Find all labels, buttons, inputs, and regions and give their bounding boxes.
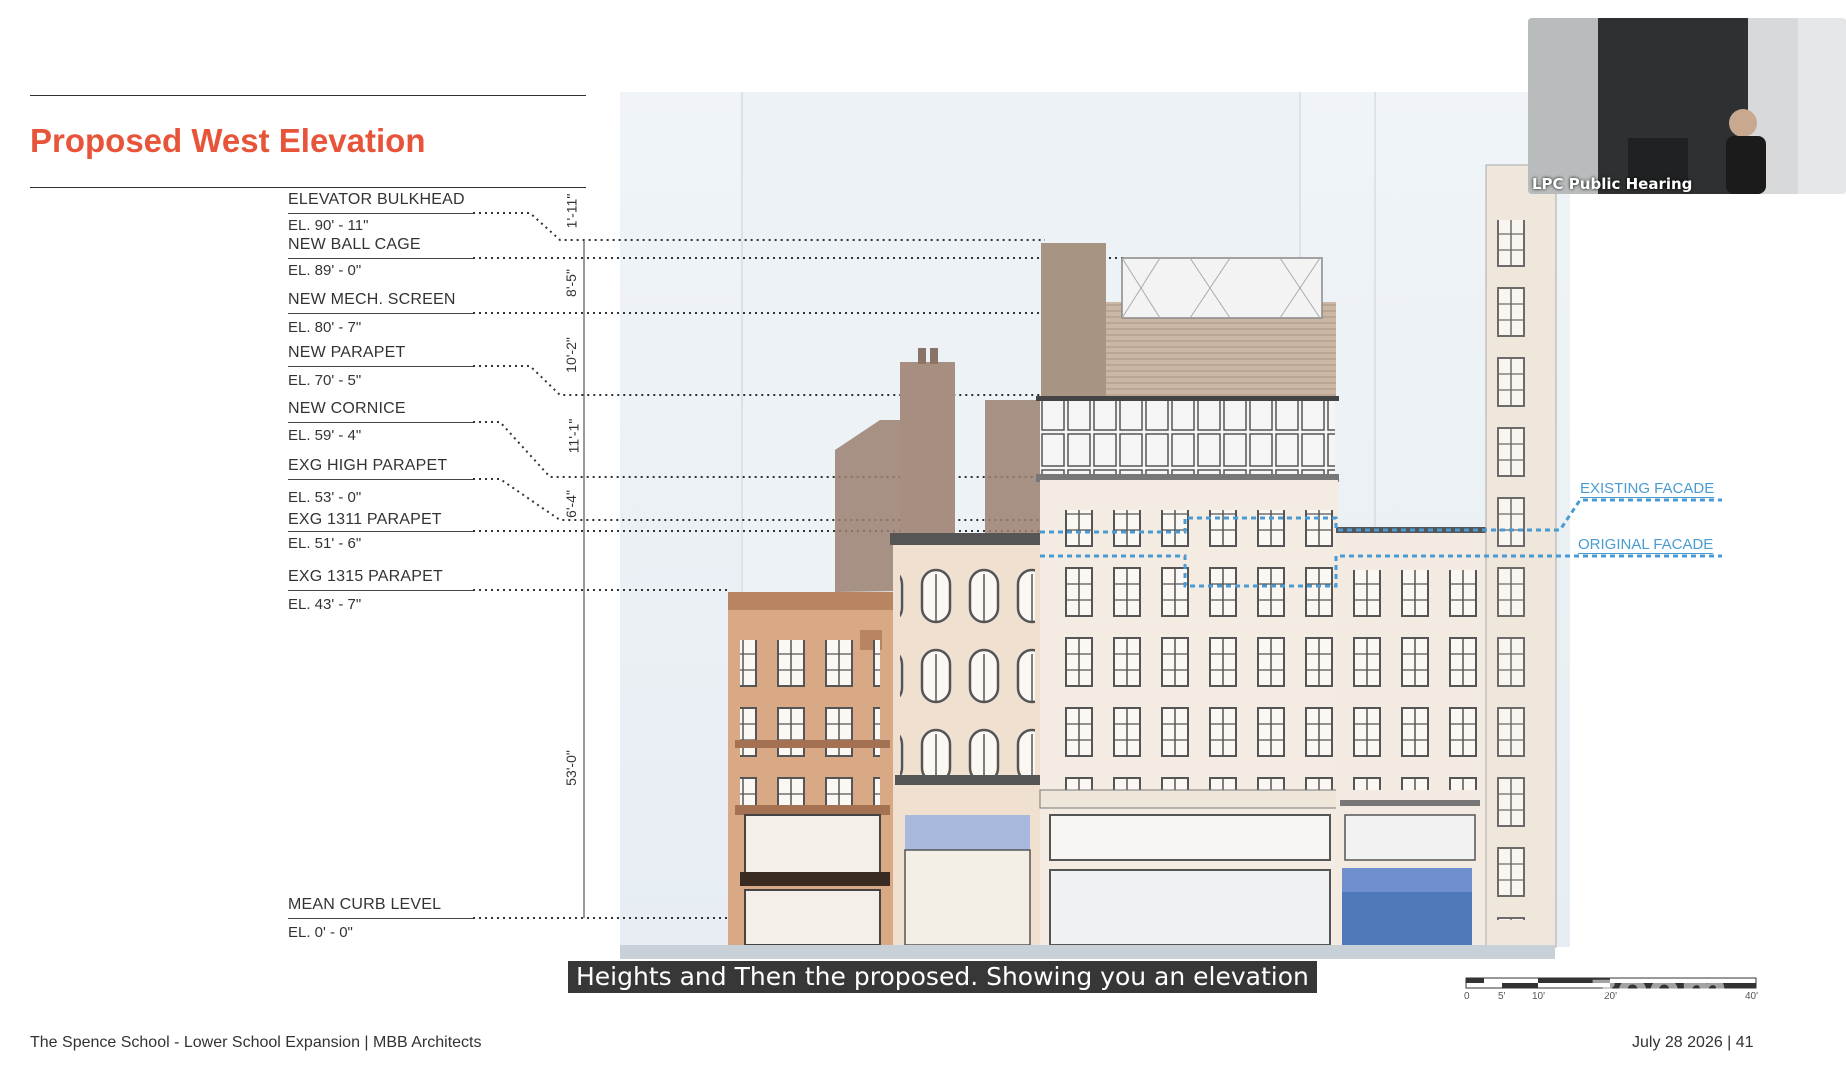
original-facade-label: ORIGINAL FACADE (1578, 536, 1714, 554)
live-caption: Heights and Then the proposed. Showing y… (568, 961, 1317, 993)
scale-tick: 40' (1745, 991, 1759, 1002)
dimension-label: 10'-2" (562, 337, 579, 373)
dimension-label: 1'-11" (563, 193, 580, 229)
participant-video[interactable]: LPC Public Hearing (1528, 18, 1846, 194)
dimension-label: 8'-5" (562, 269, 579, 297)
dimension-label: 11'-1" (565, 418, 582, 454)
footer-left: The Spence School - Lower School Expansi… (30, 1034, 482, 1051)
zoom-watermark: zoom (1590, 962, 1728, 1016)
dimension-label: 53'-0" (562, 750, 579, 786)
dimension-label: 6'-4" (562, 490, 579, 518)
video-label: LPC Public Hearing (1532, 175, 1693, 193)
footer-right: July 28 2026 | 41 (1632, 1034, 1754, 1051)
scale-tick: 0 (1464, 991, 1470, 1002)
existing-facade-label: EXISTING FACADE (1580, 480, 1715, 498)
video-feed (1528, 18, 1846, 194)
scale-tick: 5' (1498, 991, 1506, 1002)
scale-tick: 10' (1532, 991, 1546, 1002)
